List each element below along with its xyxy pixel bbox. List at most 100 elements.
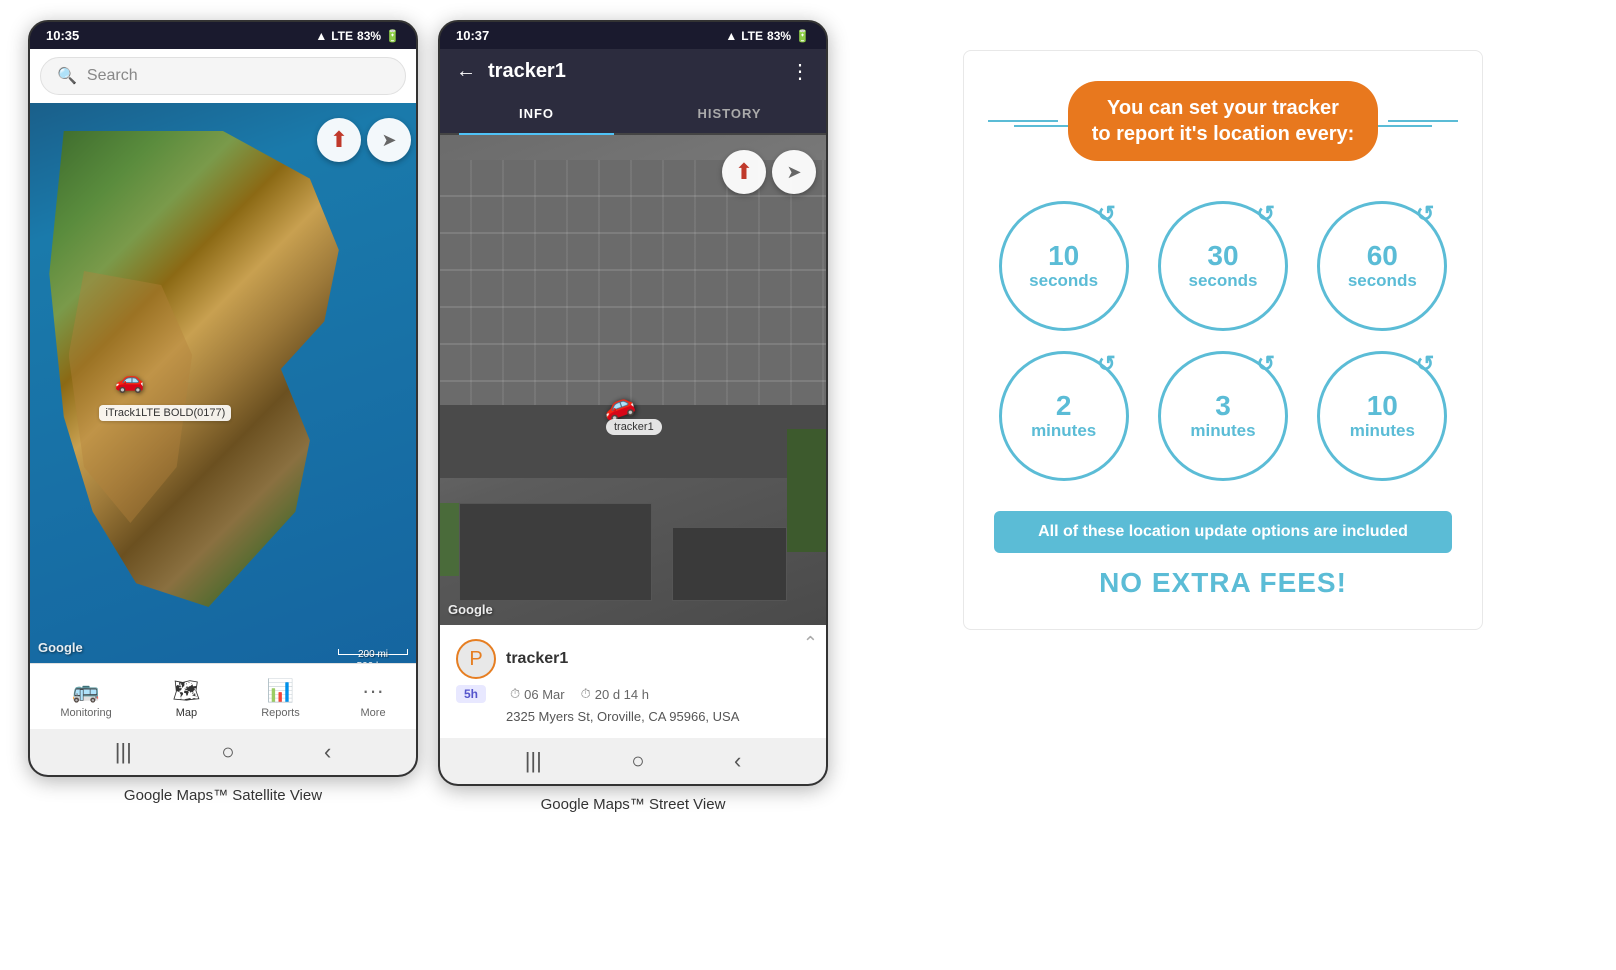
compass-icon: ⬆ [330,127,348,153]
tracker-badge-label: 5h [456,685,494,703]
phone1-time: 10:35 [46,28,79,43]
circle-3min-number: 3 [1215,391,1231,422]
scale-500km: 500 km [357,661,390,663]
tab-info[interactable]: INFO [440,94,633,133]
tracker-avatar: P [456,639,496,679]
main-container: 10:35 ▲ LTE 83% 🔋 🔍 Search [28,20,1588,813]
gesture2-back[interactable]: ‹ [734,748,741,774]
phone1-location-btn[interactable]: ➤ [367,118,411,162]
aerial-location-icon: ➤ [786,162,801,183]
tracker-label-text: iTrack1LTE BOLD(0177) [105,407,225,419]
phone2-battery: 83% [767,29,791,43]
phone1-map-container[interactable]: ⬆ ➤ 🚗 iTrack1LTE BOLD(0177) [30,103,416,663]
circle-10sec-unit: seconds [1029,272,1098,291]
circle-60sec: 60 seconds [1317,201,1447,331]
phone2-app-header: ← tracker1 ⋮ [440,49,826,94]
monitoring-icon: 🚌 [72,678,99,704]
nav-monitoring[interactable]: 🚌 Monitoring [50,674,121,723]
gesture-home[interactable]: ○ [221,739,234,765]
gesture-back[interactable]: ‹ [324,739,331,765]
aerial-tracker-label: tracker1 [606,419,662,435]
app-title: tracker1 [488,60,778,83]
banner-line-right [1378,125,1432,127]
phone1-tracker-label: iTrack1LTE BOLD(0177) [99,405,231,421]
tracker-meta: 5h ⏱ 06 Mar ⏱ 20 d 14 h [456,685,810,703]
phone1-wrapper: 10:35 ▲ LTE 83% 🔋 🔍 Search [28,20,418,804]
tracker-pin-icon: 🚗 [115,367,145,394]
phone1-compass[interactable]: ⬆ [317,118,361,162]
tracker-date: ⏱ 06 Mar [510,685,565,703]
phone2-map-container[interactable]: 🚗 tracker1 ⬆ ➤ Google [440,135,826,625]
phone2-location-btn[interactable]: ➤ [772,150,816,194]
phone2-google-watermark: Google [448,602,493,617]
phone2-status-bar: 10:37 ▲ LTE 83% 🔋 [440,22,826,49]
circle-30sec-unit: seconds [1188,272,1257,291]
banner-line-left [1014,125,1068,127]
badge-5h: 5h [456,685,486,703]
phone2-gesture-bar: ||| ○ ‹ [440,738,826,784]
aerial-map-bg: 🚗 tracker1 ⬆ ➤ Google [440,135,826,625]
phone1-network: LTE [331,29,353,43]
orange-banner: You can set your trackerto report it's l… [1068,81,1379,161]
info-card: You can set your trackerto report it's l… [963,50,1483,630]
gesture2-home[interactable]: ○ [631,748,644,774]
circle-60sec-unit: seconds [1348,272,1417,291]
tracker-info-panel: ⌃ P tracker1 5h ⏱ 06 Mar [440,625,826,738]
circle-3min: 3 minutes [1158,351,1288,481]
phone1-signal: ▲ [315,29,327,43]
nav-reports[interactable]: 📊 Reports [251,674,310,723]
tracker-info-header: P tracker1 [456,639,810,679]
nav-map-label: Map [176,707,197,719]
phone1-search-bar[interactable]: 🔍 Search [40,57,406,95]
tab-history[interactable]: HISTORY [633,94,826,133]
phone1-gesture-bar: ||| ○ ‹ [30,729,416,775]
phone1-caption: Google Maps™ Satellite View [124,787,322,804]
back-button[interactable]: ← [456,60,476,83]
phone1-mockup: 10:35 ▲ LTE 83% 🔋 🔍 Search [28,20,418,777]
location-icon: ➤ [381,130,396,151]
circle-30sec: 30 seconds [1158,201,1288,331]
nav-more-label: More [361,707,386,719]
nav-more[interactable]: ··· More [351,674,396,723]
phone2-signal: ▲ [725,29,737,43]
map-icon: 🗺 [173,678,201,704]
nav-reports-label: Reports [261,707,300,719]
circle-10sec-number: 10 [1048,241,1079,272]
circle-3min-unit: minutes [1190,422,1255,441]
gesture-menu: ||| [115,739,132,765]
phone1-google-watermark: Google [38,640,83,655]
phone1-scale-bar: 200 mi 500 km [338,649,408,655]
aerial-compass-icon: ⬆ [735,159,753,185]
phone2-battery-icon: 🔋 [795,29,810,43]
teal-banner: All of these location update options are… [994,511,1452,553]
circles-grid: 10 seconds 30 seconds 60 seconds 2 minut… [994,201,1452,481]
circle-2min-unit: minutes [1031,422,1096,441]
circle-10min-unit: minutes [1350,422,1415,441]
date-text: 06 Mar [524,687,564,702]
search-input[interactable]: Search [87,67,138,85]
gesture2-menu: ||| [525,748,542,774]
avatar-letter: P [469,648,482,671]
phone2-compass[interactable]: ⬆ [722,150,766,194]
banner-container: You can set your trackerto report it's l… [994,81,1452,171]
phone2-mockup: 10:37 ▲ LTE 83% 🔋 ← tracker1 ⋮ [438,20,828,786]
phone1-bottom-nav: 🚌 Monitoring 🗺 Map 📊 Reports ··· More [30,663,416,729]
phone1-status-bar: 10:35 ▲ LTE 83% 🔋 [30,22,416,49]
circle-10sec: 10 seconds [999,201,1129,331]
scroll-hint-icon: ⌃ [803,633,818,654]
tab-info-label: INFO [519,106,554,121]
circle-2min-number: 2 [1056,391,1072,422]
phones-row: 10:35 ▲ LTE 83% 🔋 🔍 Search [28,20,828,813]
duration-text: 20 d 14 h [595,687,649,702]
tracker-name: tracker1 [506,650,568,668]
nav-monitoring-label: Monitoring [60,707,111,719]
tab-history-label: HISTORY [697,106,761,121]
phone1-battery: 83% [357,29,381,43]
phone1-status-right: ▲ LTE 83% 🔋 [315,29,400,43]
timer-icon: ⏱ [581,686,591,702]
phone2-wrapper: 10:37 ▲ LTE 83% 🔋 ← tracker1 ⋮ [438,20,828,813]
nav-map[interactable]: 🗺 Map [163,674,211,723]
menu-button[interactable]: ⋮ [790,59,810,84]
no-extra-fees: NO EXTRA FEES! [994,567,1452,599]
clock-icon: ⏱ [510,686,520,702]
